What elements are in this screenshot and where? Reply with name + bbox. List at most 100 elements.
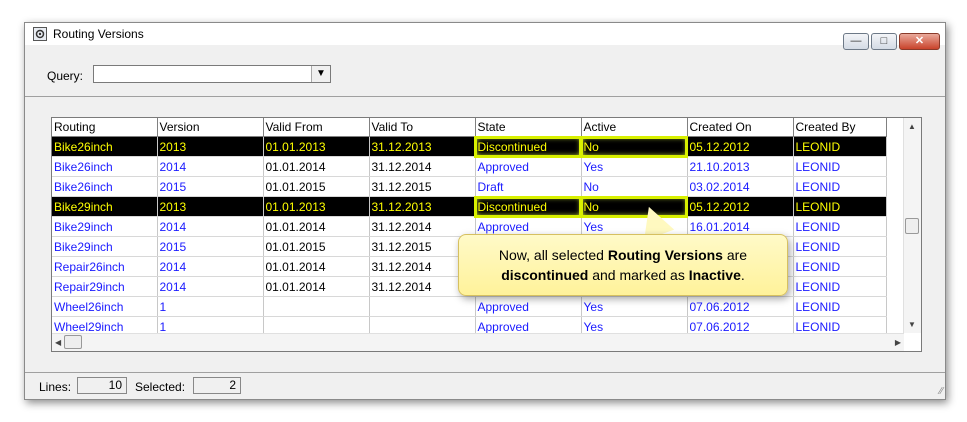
scroll-up-icon[interactable]: ▲	[908, 122, 916, 131]
lines-count: 10	[77, 377, 127, 394]
scroll-left-icon[interactable]: ◀	[55, 338, 61, 347]
table-cell: 2013	[157, 136, 264, 157]
table-header-row: Routing Version Valid From Valid To State Act…	[52, 118, 887, 137]
table-cell: No	[581, 176, 688, 197]
close-button[interactable]: ✕	[899, 33, 940, 50]
table-cell: Bike29inch	[52, 236, 158, 257]
column-header[interactable]: Created On	[687, 118, 794, 137]
table-cell: Approved	[475, 296, 582, 317]
column-header[interactable]: Active	[581, 118, 688, 137]
table-cell: 2014	[157, 276, 264, 297]
table-cell: 31.12.2013	[369, 136, 476, 157]
callout-bold-2: discontinued	[501, 267, 589, 283]
callout-text-4: .	[740, 267, 745, 283]
table-cell: 01.01.2014	[263, 156, 370, 177]
table-cell: 01.01.2013	[263, 136, 370, 157]
maximize-icon: □	[880, 35, 888, 47]
selected-label: Selected:	[135, 380, 186, 394]
table-cell: 2015	[157, 176, 264, 197]
table-cell: Bike29inch	[52, 216, 158, 237]
column-header[interactable]: Created By	[793, 118, 887, 137]
table-cell: LEONID	[793, 156, 887, 177]
table-cell: 05.12.2012	[687, 196, 794, 217]
routing-gear-icon	[33, 27, 47, 41]
maximize-button[interactable]: □	[871, 33, 897, 50]
title-bar[interactable]: Routing Versions — □ ✕	[25, 23, 945, 50]
table-cell: 2014	[157, 156, 264, 177]
window-title: Routing Versions	[53, 27, 144, 41]
table-cell: Bike26inch	[52, 176, 158, 197]
annotation-callout: Now, all selected Routing Versions are d…	[458, 234, 788, 296]
query-label: Query:	[47, 69, 84, 83]
table-cell: 03.02.2014	[687, 176, 794, 197]
table-cell: Discontinued	[474, 135, 582, 158]
table-cell: 01.01.2013	[263, 196, 370, 217]
table-cell: 31.12.2013	[369, 196, 476, 217]
scroll-down-icon[interactable]: ▼	[908, 320, 916, 329]
table-row[interactable]: Bike26inch 2015 01.01.2015 31.12.2015 Draft N…	[52, 176, 887, 197]
scroll-right-icon[interactable]: ▶	[895, 338, 901, 347]
table-cell: Wheel26inch	[52, 296, 158, 317]
close-icon: ✕	[914, 35, 925, 47]
table-cell: 31.12.2015	[369, 176, 476, 197]
table-row[interactable]: Bike26inch 2013 01.01.2013 31.12.2013 Discon…	[52, 135, 887, 158]
column-header[interactable]: Valid From	[263, 118, 370, 137]
table-cell: LEONID	[793, 216, 887, 237]
horizontal-scroll-thumb[interactable]	[64, 335, 82, 349]
lines-label: Lines:	[39, 380, 72, 394]
table-cell	[369, 296, 476, 317]
table-cell: Bike29inch	[52, 196, 158, 217]
table-cell: 01.01.2014	[263, 256, 370, 277]
resize-grip-icon[interactable]: ∕∕	[940, 386, 943, 397]
table-cell: Bike26inch	[52, 156, 158, 177]
table-row[interactable]: Wheel26inch 1 Approved Yes 07.06.2012 LEONID	[52, 296, 887, 317]
callout-bold-1: Routing Versions	[607, 247, 723, 263]
column-header[interactable]: Version	[157, 118, 264, 137]
table-cell: 01.01.2014	[263, 216, 370, 237]
vertical-scrollbar[interactable]: ▲ ▼	[903, 118, 921, 333]
column-header[interactable]: Routing	[52, 118, 158, 137]
callout-text-2: are	[722, 247, 748, 263]
table-cell: No	[580, 135, 688, 158]
table-row[interactable]: Bike29inch 2013 01.01.2013 31.12.2013 Discon…	[52, 195, 887, 218]
table-cell: 21.10.2013	[687, 156, 794, 177]
table-cell: 1	[157, 296, 264, 317]
table-cell: 01.01.2015	[263, 236, 370, 257]
selected-count: 2	[193, 377, 241, 394]
horizontal-scrollbar[interactable]: ◀ ▶	[52, 333, 904, 351]
table-cell: LEONID	[793, 236, 887, 257]
table-cell: LEONID	[793, 256, 887, 277]
table-cell: Bike26inch	[52, 136, 158, 157]
table-cell: LEONID	[793, 276, 887, 297]
table-cell: 01.01.2015	[263, 176, 370, 197]
callout-text-1: Now, all selected	[498, 247, 608, 263]
table-cell: 31.12.2014	[369, 216, 476, 237]
column-header[interactable]: State	[475, 118, 582, 137]
query-dropdown-button[interactable]: ▼	[311, 66, 330, 82]
callout-text-3: and marked as	[588, 267, 689, 283]
callout-bold-3: Inactive	[688, 267, 741, 283]
table-cell: 31.12.2014	[369, 156, 476, 177]
table-cell: 01.01.2014	[263, 276, 370, 297]
divider	[25, 96, 945, 97]
table-cell: Draft	[475, 176, 582, 197]
query-select[interactable]: ▼	[93, 65, 331, 83]
table-cell: Repair26inch	[52, 256, 158, 277]
table-cell: 2013	[157, 196, 264, 217]
minimize-button[interactable]: —	[843, 33, 869, 50]
column-header[interactable]: Valid To	[369, 118, 476, 137]
table-cell: Approved	[475, 156, 582, 177]
table-cell: LEONID	[793, 296, 887, 317]
table-cell: LEONID	[793, 136, 887, 157]
table-cell: 2014	[157, 256, 264, 277]
table-cell: Discontinued	[474, 195, 582, 218]
minimize-icon: —	[850, 35, 862, 47]
chevron-down-icon: ▼	[316, 68, 326, 79]
table-cell: 07.06.2012	[687, 296, 794, 317]
vertical-scroll-thumb[interactable]	[905, 218, 919, 234]
status-bar: Lines: 10 Selected: 2 ∕∕	[25, 372, 945, 399]
table-cell: Yes	[581, 156, 688, 177]
table-cell: Yes	[581, 296, 688, 317]
table-cell: LEONID	[793, 196, 887, 217]
table-row[interactable]: Bike26inch 2014 01.01.2014 31.12.2014 Approv…	[52, 156, 887, 177]
